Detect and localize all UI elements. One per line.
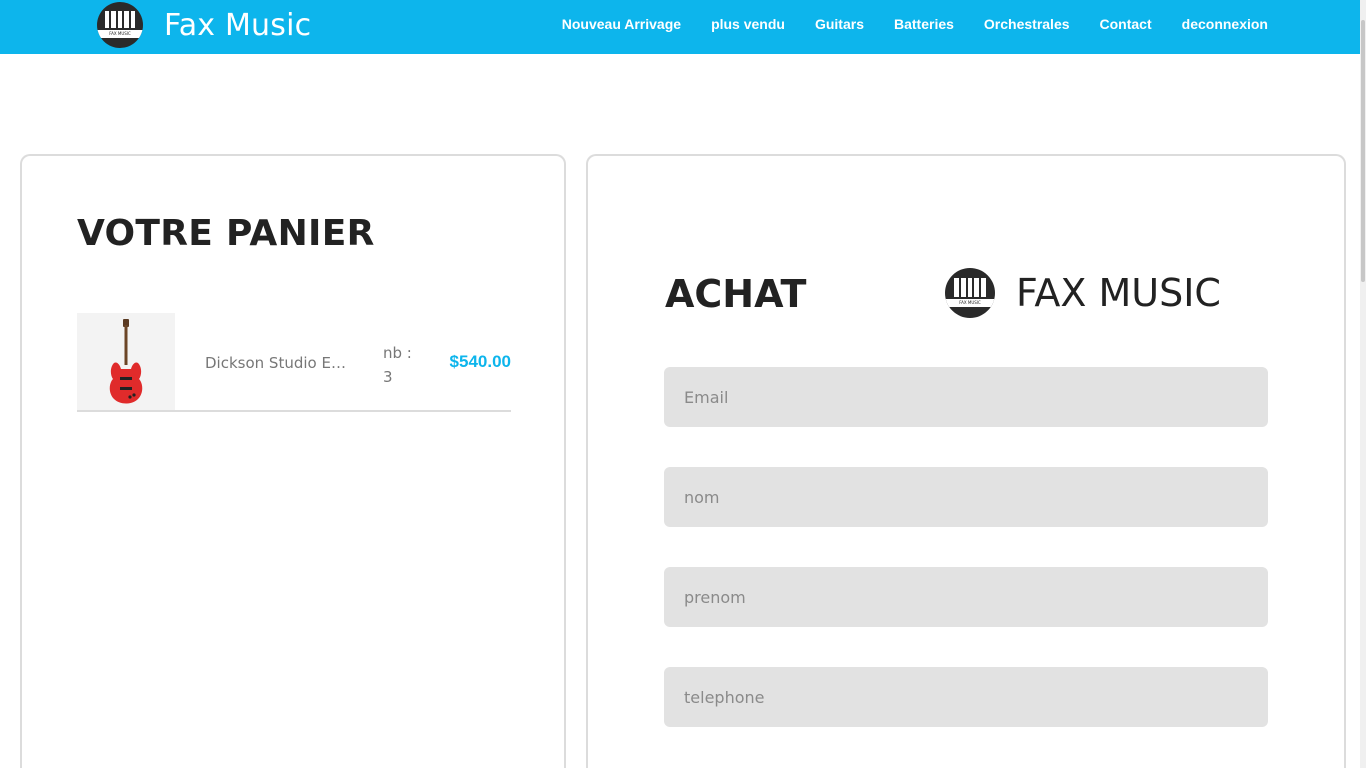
item-name[interactable]: Dickson Studio ER…: [205, 354, 355, 372]
prenom-field[interactable]: [664, 567, 1268, 627]
nom-field[interactable]: [664, 467, 1268, 527]
page-scrollbar[interactable]: [1360, 0, 1366, 768]
item-price: $540.00: [449, 352, 511, 371]
red-guitar-icon: [109, 318, 143, 403]
nav-plus-vendu[interactable]: plus vendu: [711, 16, 785, 32]
logo-text: FAX MUSIC: [959, 300, 981, 305]
brand-name: Fax Music: [164, 7, 312, 43]
nav-batteries[interactable]: Batteries: [894, 16, 954, 32]
purchase-brand: FAX MUSIC FAX MUSIC: [945, 268, 1221, 318]
item-quantity: nb : 3: [383, 344, 412, 386]
nav-orchestrales[interactable]: Orchestrales: [984, 16, 1070, 32]
nav-deconnexion[interactable]: deconnexion: [1182, 16, 1268, 32]
purchase-panel: ACHAT FAX MUSIC FAX MUSIC: [586, 154, 1346, 768]
telephone-field[interactable]: [664, 667, 1268, 727]
nav-nouveau-arrivage[interactable]: Nouveau Arrivage: [562, 16, 681, 32]
top-navbar: FAX MUSIC Fax Music Nouveau Arrivage plu…: [0, 0, 1366, 54]
piano-logo-icon: FAX MUSIC: [945, 268, 995, 318]
nav-guitars[interactable]: Guitars: [815, 16, 864, 32]
nav-contact[interactable]: Contact: [1100, 16, 1152, 32]
cart-title: VOTRE PANIER: [77, 213, 375, 254]
brand-link[interactable]: FAX MUSIC Fax Music: [97, 2, 311, 48]
main-nav: Nouveau Arrivage plus vendu Guitars Batt…: [562, 0, 1268, 48]
logo-text: FAX MUSIC: [109, 31, 131, 36]
email-field[interactable]: [664, 367, 1268, 427]
cart-item: Dickson Studio ER… nb : 3 $540.00: [77, 313, 511, 412]
piano-logo-icon: FAX MUSIC: [97, 2, 143, 48]
guitar-product-image[interactable]: [77, 313, 175, 410]
cart-panel: VOTRE PANIER Dickson Studio ER… nb : 3 $…: [20, 154, 566, 768]
scrollbar-thumb[interactable]: [1361, 20, 1365, 282]
purchase-brand-name: FAX MUSIC: [1016, 271, 1221, 315]
purchase-title: ACHAT: [665, 272, 807, 316]
